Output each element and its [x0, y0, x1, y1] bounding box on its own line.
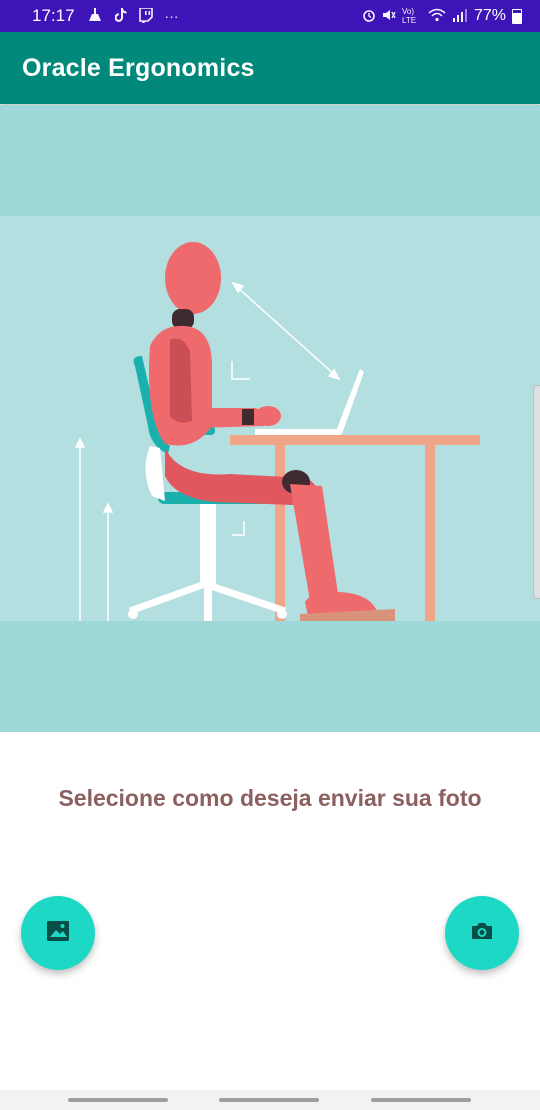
ergonomic-sitting-posture-illustration — [0, 216, 540, 621]
app-title: Oracle Ergonomics — [22, 53, 255, 82]
alarm-icon — [362, 8, 376, 24]
status-time: 17:17 — [32, 6, 75, 25]
hero-image-area — [0, 105, 540, 732]
nav-back[interactable] — [371, 1098, 471, 1102]
twitch-icon — [138, 6, 153, 25]
status-bar: 17:17 ··· Vo) LTE 77% — [0, 0, 540, 32]
volte-icon: Vo) LTE — [401, 7, 417, 25]
camera-icon — [470, 921, 494, 946]
app-bar: Oracle Ergonomics — [0, 32, 540, 104]
edge-panel-handle[interactable] — [533, 385, 540, 599]
nav-recents[interactable] — [68, 1098, 168, 1102]
more-icon: ··· — [164, 8, 179, 24]
upload-prompt: Selecione como deseja enviar sua foto — [58, 785, 482, 811]
tiktok-icon — [113, 8, 127, 24]
camera-button[interactable] — [445, 896, 519, 970]
battery-icon — [512, 8, 522, 24]
battery-percent: 77% — [473, 7, 506, 24]
signal-icon — [452, 8, 468, 24]
cleaner-icon — [87, 8, 103, 24]
wifi-icon — [428, 8, 446, 24]
mute-icon — [382, 8, 396, 24]
system-nav-bar — [0, 1090, 540, 1110]
nav-home[interactable] — [219, 1098, 319, 1102]
image-icon — [46, 920, 70, 947]
gallery-button[interactable] — [21, 896, 95, 970]
